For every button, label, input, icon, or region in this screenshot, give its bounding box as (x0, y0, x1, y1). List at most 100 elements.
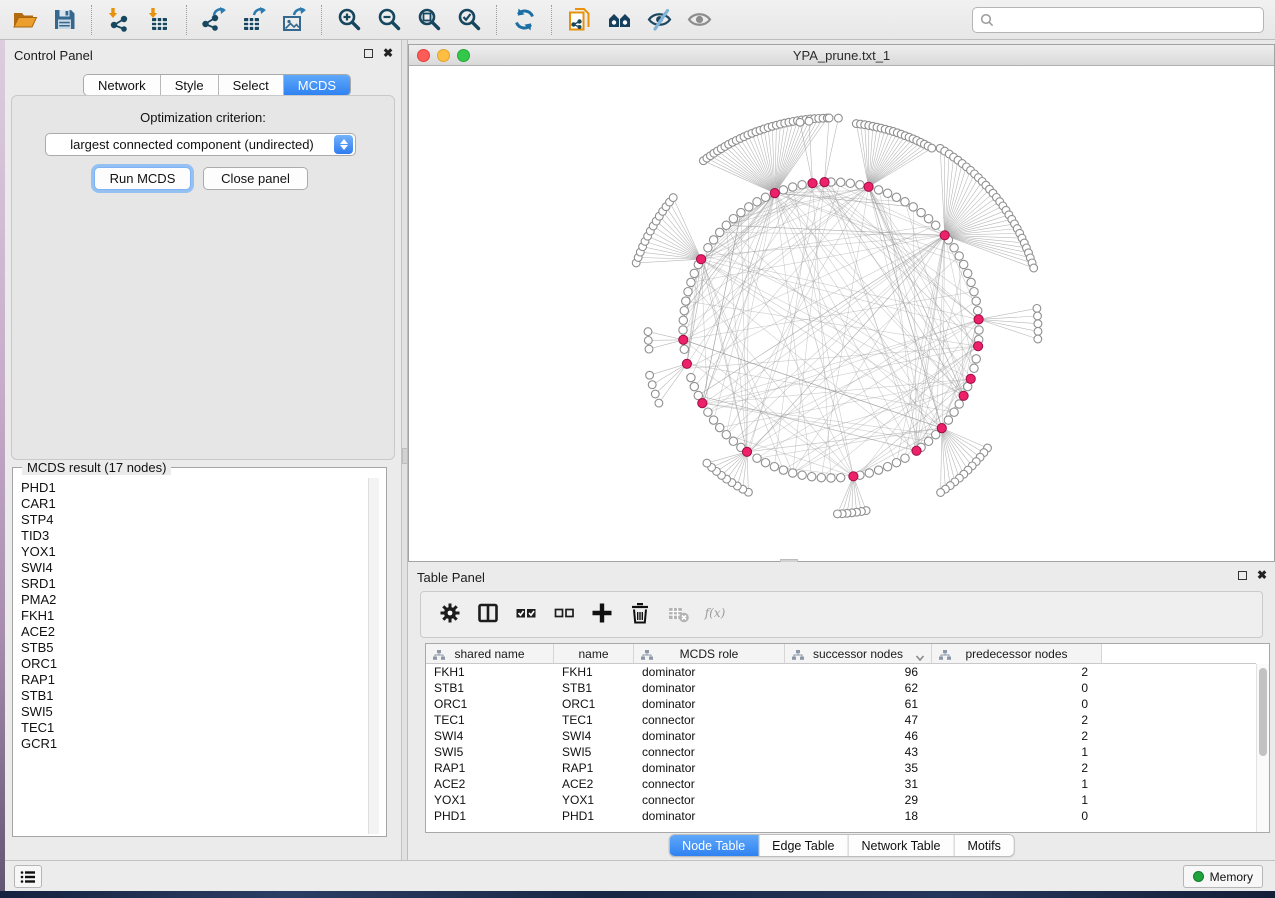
network-node[interactable] (761, 459, 769, 467)
network-leaf-node[interactable] (937, 489, 945, 497)
mcds-result-item[interactable]: TID3 (14, 528, 366, 544)
cell-shared-name[interactable]: PHD1 (426, 808, 554, 824)
network-leaf-node[interactable] (669, 194, 677, 202)
network-window-titlebar[interactable]: YPA_prune.txt_1 (409, 45, 1274, 66)
cell-name[interactable]: SWI5 (554, 744, 634, 760)
column-header-predecessor-nodes[interactable]: predecessor nodes (932, 644, 1102, 664)
network-node[interactable] (709, 416, 717, 424)
mcds-result-item[interactable]: RAP1 (14, 672, 366, 688)
cell-name[interactable]: RAP1 (554, 760, 634, 776)
network-leaf-node[interactable] (928, 144, 936, 152)
cell-predecessor-nodes[interactable]: 0 (932, 696, 1102, 712)
search-input[interactable] (994, 10, 1263, 30)
cell-predecessor-nodes[interactable]: 2 (932, 712, 1102, 728)
mcds-result-item[interactable]: CAR1 (14, 496, 366, 512)
mcds-hub-node[interactable] (697, 255, 706, 264)
cell-predecessor-nodes[interactable]: 2 (932, 664, 1102, 680)
cell-MCDS-role[interactable]: dominator (634, 760, 785, 776)
close-table-panel-icon[interactable]: ✖ (1257, 570, 1267, 580)
network-node[interactable] (798, 181, 806, 189)
network-leaf-node[interactable] (655, 399, 663, 407)
export-image-button[interactable] (274, 3, 314, 37)
cell-predecessor-nodes[interactable]: 2 (932, 760, 1102, 776)
tab-select[interactable]: Select (219, 75, 284, 95)
network-node[interactable] (892, 459, 900, 467)
network-node[interactable] (684, 288, 692, 296)
mcds-result-item[interactable]: SRD1 (14, 576, 366, 592)
table-row[interactable]: FKH1FKH1dominator962 (426, 664, 1256, 680)
mcds-hub-node[interactable] (770, 189, 779, 198)
network-node[interactable] (892, 193, 900, 201)
cell-shared-name[interactable]: ORC1 (426, 696, 554, 712)
cell-name[interactable]: PHD1 (554, 808, 634, 824)
cell-predecessor-nodes[interactable]: 0 (932, 808, 1102, 824)
cell-shared-name[interactable]: FKH1 (426, 664, 554, 680)
table-row[interactable]: ORC1ORC1dominator610 (426, 696, 1256, 712)
table-row[interactable]: TEC1TEC1connector472 (426, 712, 1256, 728)
import-table-button[interactable] (139, 3, 179, 37)
delete-table-button[interactable] (659, 597, 697, 633)
tab-node-table[interactable]: Node Table (669, 835, 759, 856)
zoom-in-button[interactable] (329, 3, 369, 37)
column-header-shared-name[interactable]: shared name (426, 644, 554, 664)
zoom-fit-button[interactable] (409, 3, 449, 37)
network-node[interactable] (808, 473, 816, 481)
network-leaf-node[interactable] (644, 337, 652, 345)
hide-selected-button[interactable] (639, 3, 679, 37)
table-row[interactable]: YOX1YOX1connector291 (426, 792, 1256, 808)
cell-successor-nodes[interactable]: 47 (785, 712, 932, 728)
network-node[interactable] (883, 189, 891, 197)
network-leaf-node[interactable] (805, 117, 813, 125)
network-node[interactable] (753, 454, 761, 462)
network-node[interactable] (745, 203, 753, 211)
network-node[interactable] (909, 203, 917, 211)
network-node[interactable] (950, 408, 958, 416)
cell-successor-nodes[interactable]: 61 (785, 696, 932, 712)
float-table-panel-icon[interactable] (1238, 571, 1247, 580)
tab-motifs[interactable]: Motifs (954, 835, 1013, 856)
cell-MCDS-role[interactable]: dominator (634, 808, 785, 824)
table-row[interactable]: PHD1PHD1dominator180 (426, 808, 1256, 824)
network-node[interactable] (798, 471, 806, 479)
network-node[interactable] (975, 326, 983, 334)
mcds-hub-node[interactable] (959, 391, 968, 400)
network-canvas[interactable] (409, 66, 1274, 561)
cell-successor-nodes[interactable]: 35 (785, 760, 932, 776)
tab-network[interactable]: Network (84, 75, 161, 95)
table-row[interactable]: RAP1RAP1dominator352 (426, 760, 1256, 776)
search-box[interactable] (972, 7, 1264, 33)
run-mcds-button[interactable]: Run MCDS (94, 167, 191, 190)
mcds-hub-node[interactable] (682, 359, 691, 368)
network-node[interactable] (682, 297, 690, 305)
table-scrollbar-thumb[interactable] (1259, 668, 1267, 756)
network-leaf-node[interactable] (651, 390, 659, 398)
mcds-result-item[interactable]: STP4 (14, 512, 366, 528)
columns-button[interactable] (469, 597, 507, 633)
network-leaf-node[interactable] (796, 118, 804, 126)
network-node[interactable] (716, 423, 724, 431)
cell-name[interactable]: YOX1 (554, 792, 634, 808)
export-table-button[interactable] (234, 3, 274, 37)
cell-name[interactable]: SWI4 (554, 728, 634, 744)
network-node[interactable] (924, 437, 932, 445)
network-node[interactable] (709, 236, 717, 244)
mcds-result-item[interactable]: STB1 (14, 688, 366, 704)
network-node[interactable] (972, 355, 980, 363)
cell-shared-name[interactable]: RAP1 (426, 760, 554, 776)
network-leaf-node[interactable] (703, 459, 711, 467)
mcds-hub-node[interactable] (679, 335, 688, 344)
network-leaf-node[interactable] (646, 371, 654, 379)
mcds-hub-node[interactable] (698, 399, 707, 408)
network-node[interactable] (932, 221, 940, 229)
network-node[interactable] (679, 326, 687, 334)
network-node[interactable] (955, 400, 963, 408)
network-node[interactable] (972, 297, 980, 305)
mcds-result-item[interactable]: GCR1 (14, 736, 366, 752)
network-node[interactable] (883, 463, 891, 471)
zoom-out-button[interactable] (369, 3, 409, 37)
network-graph[interactable] (409, 66, 1274, 561)
network-node[interactable] (856, 181, 864, 189)
network-leaf-node[interactable] (835, 114, 843, 122)
network-node[interactable] (974, 307, 982, 315)
network-node[interactable] (970, 288, 978, 296)
